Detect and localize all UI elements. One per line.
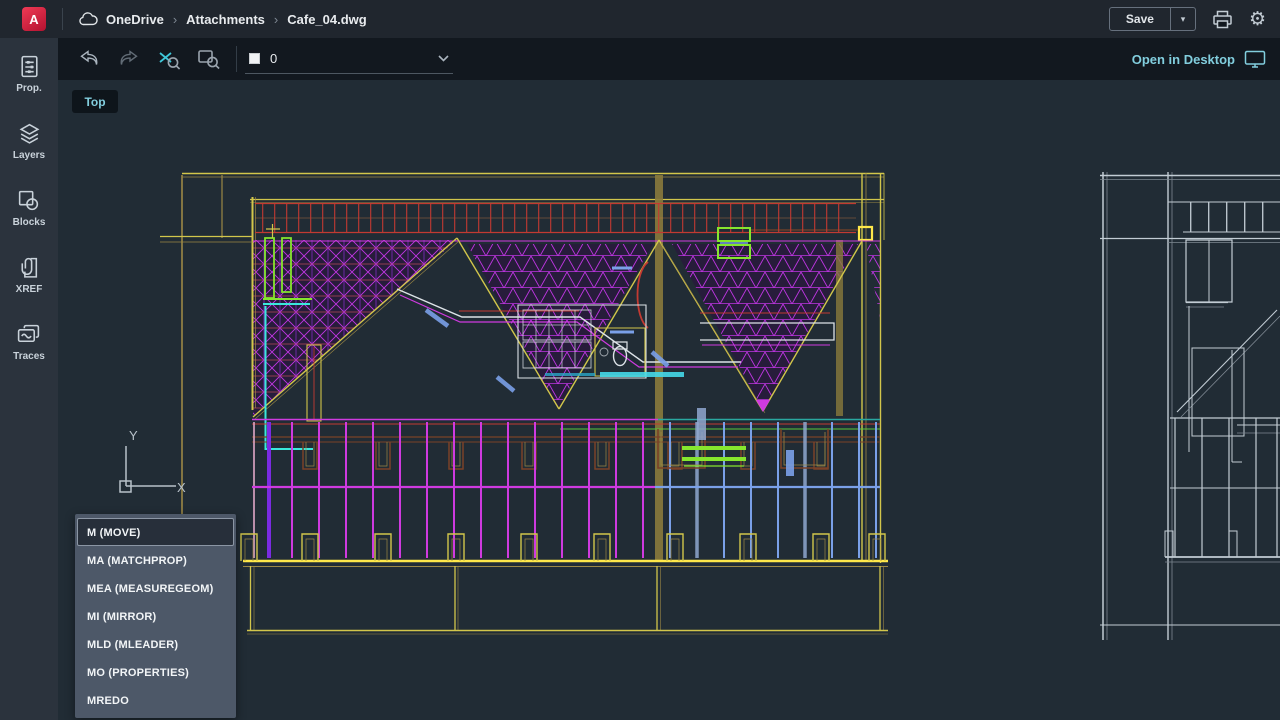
sidebar-item-label: Blocks	[13, 217, 46, 228]
zoom-selection-icon	[156, 47, 182, 71]
print-button[interactable]	[1212, 10, 1233, 29]
printer-icon	[1212, 10, 1233, 29]
open-in-desktop-label: Open in Desktop	[1132, 52, 1235, 67]
autocad-logo[interactable]: A	[22, 7, 46, 31]
save-button[interactable]: Save	[1110, 8, 1170, 30]
blocks-icon	[16, 188, 41, 213]
ladder-strip	[253, 204, 880, 242]
striped-wall	[252, 372, 880, 558]
sidebar-item-layers[interactable]: Layers	[13, 121, 45, 161]
breadcrumb-separator: ›	[273, 12, 279, 27]
adjacent-drawing	[1100, 172, 1280, 640]
monitor-icon	[1244, 50, 1266, 68]
properties-icon	[17, 54, 42, 79]
redo-button[interactable]	[112, 43, 146, 75]
command-item-measuregeom[interactable]: MEA (MEASUREGEOM)	[77, 574, 234, 602]
redo-icon	[117, 49, 141, 69]
save-split-button: Save ▾	[1109, 7, 1196, 31]
sidebar-item-properties[interactable]: Prop.	[16, 54, 42, 94]
gear-icon: ⚙	[1249, 10, 1266, 29]
sidebar-item-label: Prop.	[16, 83, 42, 94]
autocad-web-app: A OneDrive › Attachments › Cafe_04.dwg S…	[0, 0, 1280, 720]
sidebar-item-label: XREF	[16, 284, 43, 295]
breadcrumb-item-filename: Cafe_04.dwg	[287, 12, 366, 27]
breadcrumb-item-onedrive[interactable]: OneDrive	[106, 12, 164, 27]
command-item-mleader[interactable]: MLD (MLEADER)	[77, 630, 234, 658]
topbar-actions: Save ▾ ⚙	[1109, 0, 1266, 38]
command-item-mredo[interactable]: MREDO	[77, 686, 234, 714]
ucs-icon: Y X	[120, 428, 186, 495]
zoom-to-selection-button[interactable]	[152, 43, 186, 75]
command-item-move[interactable]: M (MOVE)	[77, 518, 234, 546]
save-options-chevron[interactable]: ▾	[1170, 8, 1195, 30]
drawing-toolbar: 0 Open in Desktop	[58, 38, 1280, 80]
settings-button[interactable]: ⚙	[1249, 10, 1266, 29]
top-bar: A OneDrive › Attachments › Cafe_04.dwg S…	[0, 0, 1280, 38]
breadcrumb-item-attachments[interactable]: Attachments	[186, 12, 265, 27]
cad-drawing: Y X	[58, 80, 1280, 720]
base-frame	[241, 534, 888, 634]
zoom-window-button[interactable]	[192, 43, 226, 75]
undo-icon	[77, 49, 101, 69]
chevron-down-icon	[438, 55, 449, 62]
command-item-matchprop[interactable]: MA (MATCHPROP)	[77, 546, 234, 574]
zoom-window-icon	[196, 47, 222, 71]
sidebar-item-label: Traces	[13, 351, 45, 362]
sidebar-item-blocks[interactable]: Blocks	[13, 188, 46, 228]
left-panel-rail: Prop. Layers Blocks	[0, 38, 58, 720]
command-suggestions-popup: M (MOVE) MA (MATCHPROP) MEA (MEASUREGEOM…	[75, 514, 236, 718]
xref-icon	[16, 255, 41, 280]
view-orientation-button[interactable]: Top	[72, 90, 118, 113]
traces-icon	[16, 322, 41, 347]
ucs-y-label: Y	[129, 428, 138, 443]
drawing-viewport[interactable]: Y X Top	[58, 80, 1280, 720]
ucs-x-label: X	[177, 480, 186, 495]
layer-color-swatch	[249, 53, 260, 64]
sidebar-item-xref[interactable]: XREF	[16, 255, 43, 295]
topbar-divider	[62, 8, 63, 30]
cloud-icon	[78, 12, 98, 27]
layer-value: 0	[270, 51, 438, 66]
layers-icon	[17, 121, 42, 146]
layer-dropdown[interactable]: 0	[245, 44, 453, 74]
breadcrumb-separator: ›	[172, 12, 178, 27]
command-item-mirror[interactable]: MI (MIRROR)	[77, 602, 234, 630]
toolbar-divider	[236, 46, 237, 72]
undo-button[interactable]	[72, 43, 106, 75]
hatch-regions	[253, 240, 880, 416]
sidebar-item-label: Layers	[13, 150, 45, 161]
breadcrumb: OneDrive › Attachments › Cafe_04.dwg	[78, 0, 367, 38]
open-in-desktop-button[interactable]: Open in Desktop	[1132, 38, 1266, 80]
command-item-properties[interactable]: MO (PROPERTIES)	[77, 658, 234, 686]
sidebar-item-traces[interactable]: Traces	[13, 322, 45, 362]
